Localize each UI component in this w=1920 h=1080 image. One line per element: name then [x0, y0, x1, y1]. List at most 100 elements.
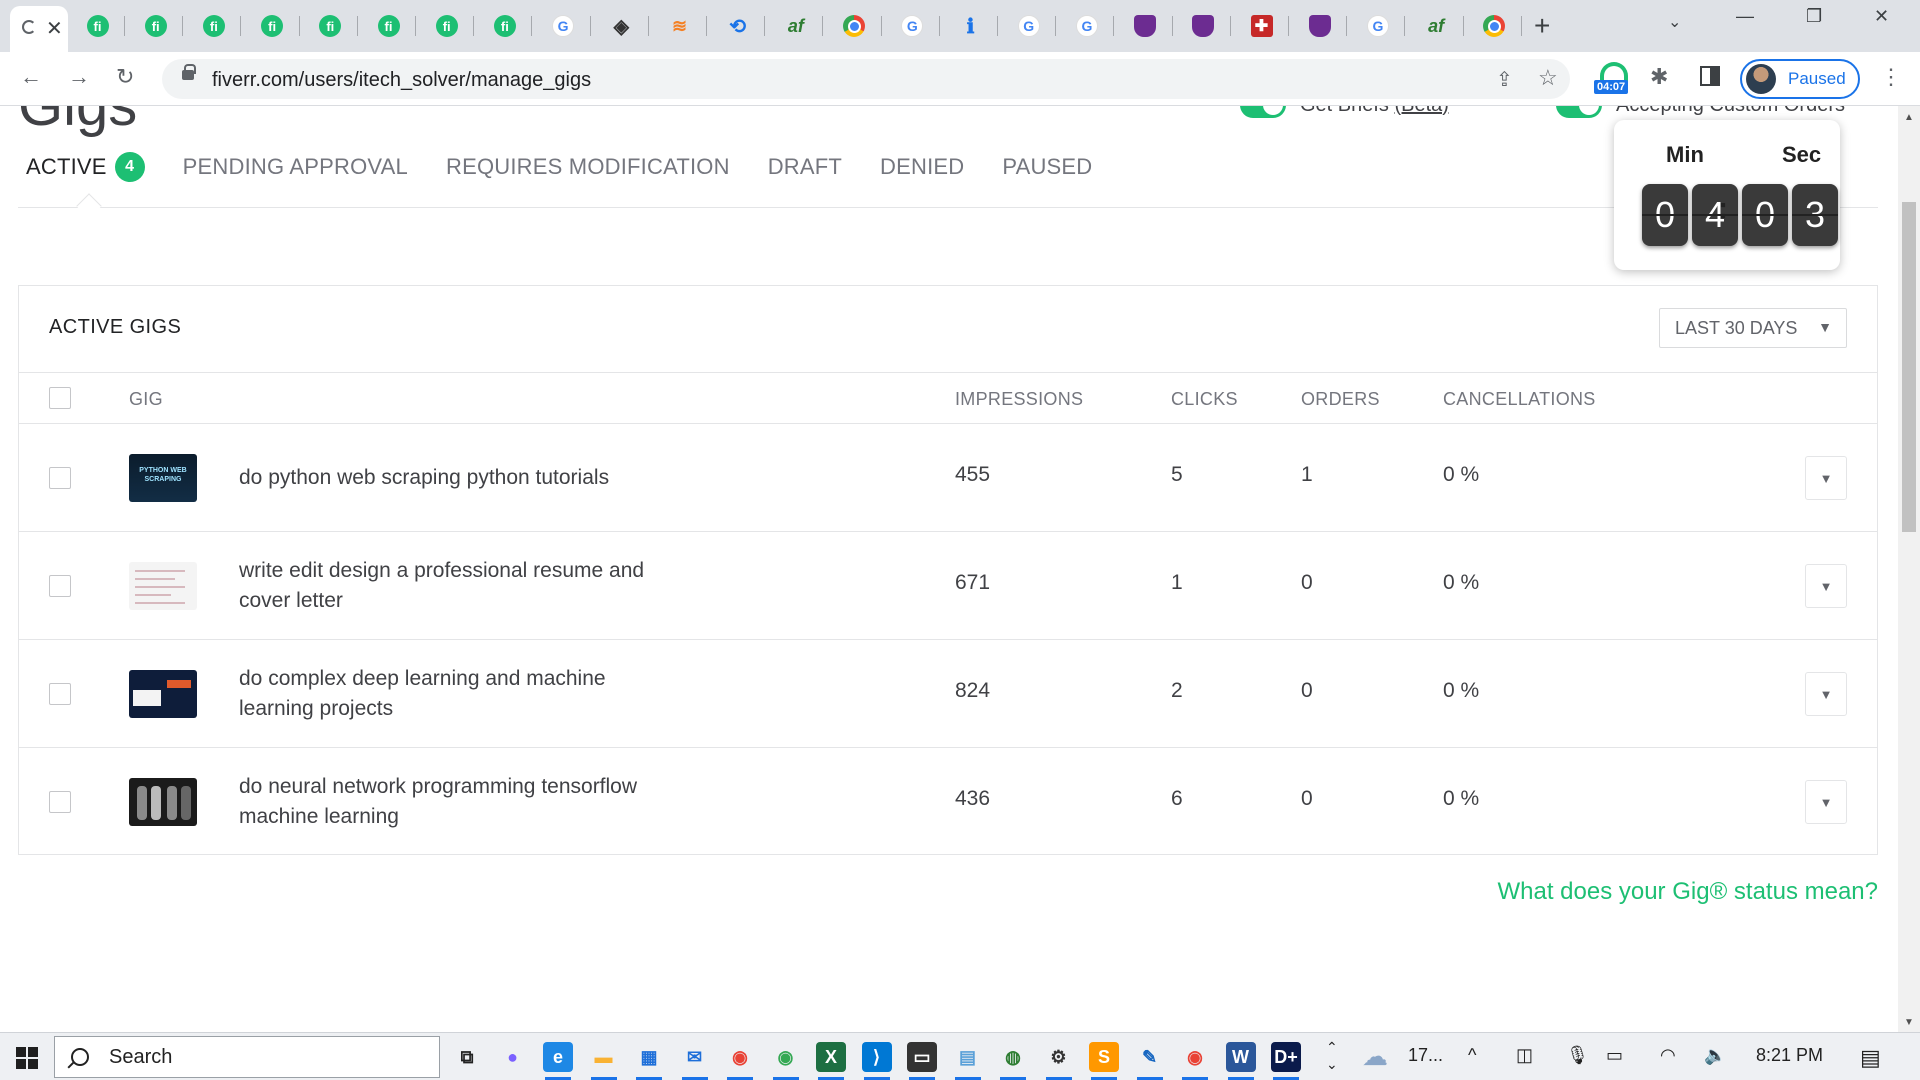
pinned-tab[interactable]: ℹ	[943, 8, 998, 44]
pinned-tab[interactable]: fi	[128, 8, 184, 44]
pinned-tab[interactable]	[1292, 8, 1348, 44]
back-button[interactable]: ←	[20, 64, 42, 90]
side-panel-icon[interactable]	[1700, 66, 1720, 86]
tab-requires-modification[interactable]: REQUIRES MODIFICATION	[446, 154, 730, 180]
store-icon[interactable]: ▦	[634, 1042, 664, 1072]
browser-menu-icon[interactable]: ⋮	[1880, 64, 1902, 90]
sublime-icon[interactable]: S	[1089, 1042, 1119, 1072]
excel-icon[interactable]: X	[816, 1042, 846, 1072]
meet-now-icon[interactable]: ◫	[1516, 1045, 1533, 1066]
globe-icon[interactable]: ◍	[998, 1042, 1028, 1072]
taskbar-clock[interactable]: 8:21 PM	[1756, 1045, 1823, 1066]
new-tab-button[interactable]: +	[1534, 10, 1550, 42]
task-view-icon[interactable]: ⧉	[452, 1042, 482, 1072]
chrome-icon[interactable]: ◉	[771, 1042, 801, 1072]
gig-title-link[interactable]: write edit design a professional resume …	[239, 556, 679, 616]
scroll-down-arrow-icon[interactable]: ▼	[1904, 1017, 1914, 1028]
tray-expand-icon[interactable]: ⌃ ⌄	[1326, 1039, 1338, 1073]
paint-icon[interactable]: ✎	[1135, 1042, 1165, 1072]
pinned-tab[interactable]	[1118, 8, 1173, 44]
word-icon[interactable]: W	[1225, 1042, 1256, 1072]
address-bar[interactable]: fiverr.com/users/itech_solver/manage_gig…	[162, 59, 1570, 99]
custom-orders-toggle[interactable]	[1556, 106, 1602, 118]
pinned-tab[interactable]: af	[768, 8, 824, 44]
share-icon[interactable]: ⇪	[1496, 67, 1513, 92]
reload-button[interactable]: ↻	[116, 64, 134, 90]
table-row[interactable]: write edit design a professional resume …	[19, 532, 1877, 640]
copilot-icon[interactable]: ●	[498, 1042, 528, 1072]
table-row[interactable]: do complex deep learning and machine lea…	[19, 640, 1877, 748]
table-row[interactable]: PYTHON WEB SCRAPING do python web scrapi…	[19, 424, 1877, 532]
terminal-icon[interactable]: ▭	[907, 1042, 937, 1072]
windows-start-icon[interactable]	[16, 1047, 38, 1069]
taskbar-search-box[interactable]: Search	[54, 1036, 440, 1078]
gig-title-link[interactable]: do neural network programming tensorflow…	[239, 772, 679, 832]
notifications-icon[interactable]: ▤	[1860, 1045, 1881, 1071]
tab-draft[interactable]: DRAFT	[768, 154, 842, 180]
close-window-button[interactable]: ✕	[1874, 6, 1889, 27]
pinned-tab[interactable]: G	[1001, 8, 1057, 44]
close-tab-icon[interactable]: ✕	[46, 16, 63, 41]
bookmark-star-icon[interactable]: ☆	[1538, 65, 1558, 91]
show-hidden-icons-icon[interactable]: ^	[1468, 1045, 1476, 1066]
tab-denied[interactable]: DENIED	[880, 154, 964, 180]
chrome-icon[interactable]: ◉	[725, 1042, 755, 1072]
gig-thumbnail[interactable]	[129, 778, 197, 826]
mail-icon[interactable]: ✉	[680, 1042, 710, 1072]
gig-title-link[interactable]: do python web scraping python tutorials	[239, 463, 679, 493]
settings-icon[interactable]: ⚙	[1044, 1042, 1074, 1072]
pinned-tab[interactable]: af	[1409, 8, 1464, 44]
scrollbar-thumb[interactable]	[1902, 202, 1916, 532]
pinned-tab[interactable]	[1176, 8, 1231, 44]
url-text[interactable]: fiverr.com/users/itech_solver/manage_gig…	[212, 69, 591, 92]
pinned-tab[interactable]: fi	[419, 8, 475, 44]
timer-extension-button[interactable]: 04:07	[1594, 62, 1634, 98]
minimize-button[interactable]: —	[1736, 6, 1754, 27]
restore-button[interactable]: ❐	[1806, 6, 1822, 27]
get-briefs-toggle[interactable]	[1240, 106, 1286, 118]
pinned-tab[interactable]: G	[1350, 8, 1406, 44]
battery-icon[interactable]: ▭	[1606, 1045, 1623, 1066]
period-dropdown[interactable]: LAST 30 DAYS ▼	[1659, 308, 1847, 348]
chrome-icon[interactable]: ◉	[1180, 1042, 1210, 1072]
pinned-tab[interactable]: ≋	[652, 8, 707, 44]
pinned-tab[interactable]: ⟲	[710, 8, 766, 44]
row-checkbox[interactable]	[49, 791, 71, 813]
weather-text[interactable]: 17...	[1408, 1045, 1443, 1066]
wifi-icon[interactable]: ◠	[1660, 1045, 1676, 1066]
tab-active[interactable]: ACTIVE 4	[26, 152, 145, 182]
page-scrollbar[interactable]: ▲ ▼	[1898, 106, 1920, 1032]
pinned-tab[interactable]: fi	[245, 8, 300, 44]
table-row[interactable]: do neural network programming tensorflow…	[19, 748, 1877, 856]
pinned-tab[interactable]: fi	[186, 8, 242, 44]
pinned-tab[interactable]: fi	[361, 8, 416, 44]
pinned-tab[interactable]	[1467, 8, 1522, 44]
tab-search-chevron-icon[interactable]: ⌄	[1668, 12, 1681, 32]
vscode-icon[interactable]: ⟩	[861, 1042, 892, 1072]
select-all-checkbox[interactable]	[49, 387, 71, 409]
beta-link[interactable]: (Beta)	[1394, 106, 1448, 116]
pinned-tab[interactable]	[827, 8, 882, 44]
row-checkbox[interactable]	[49, 467, 71, 489]
scroll-up-arrow-icon[interactable]: ▲	[1904, 112, 1914, 123]
notes-icon[interactable]: ▤	[953, 1042, 983, 1072]
tab-paused[interactable]: PAUSED	[1002, 154, 1092, 180]
edge-icon[interactable]: e	[543, 1042, 573, 1072]
gig-status-help-link[interactable]: What does your Gig® status mean?	[1497, 878, 1878, 906]
row-checkbox[interactable]	[49, 683, 71, 705]
tab-pending-approval[interactable]: PENDING APPROVAL	[183, 154, 408, 180]
pinned-tab[interactable]: G	[536, 8, 591, 44]
volume-icon[interactable]: 🔈	[1704, 1045, 1726, 1066]
pinned-tab[interactable]: fi	[70, 8, 125, 44]
profile-button[interactable]: Paused	[1740, 59, 1860, 99]
microphone-icon[interactable]: 🎙	[1566, 1045, 1589, 1066]
pinned-tab[interactable]: ◈	[594, 8, 649, 44]
extensions-puzzle-icon[interactable]: ✱	[1650, 64, 1668, 90]
forward-button[interactable]: →	[68, 64, 90, 90]
row-actions-dropdown[interactable]: ▼	[1805, 456, 1847, 500]
pinned-tab[interactable]: fi	[303, 8, 358, 44]
pinned-tab[interactable]: ✚	[1234, 8, 1289, 44]
disney-icon[interactable]: D+	[1271, 1042, 1301, 1072]
row-actions-dropdown[interactable]: ▼	[1805, 672, 1847, 716]
file-explorer-icon[interactable]: ▬	[589, 1042, 619, 1072]
